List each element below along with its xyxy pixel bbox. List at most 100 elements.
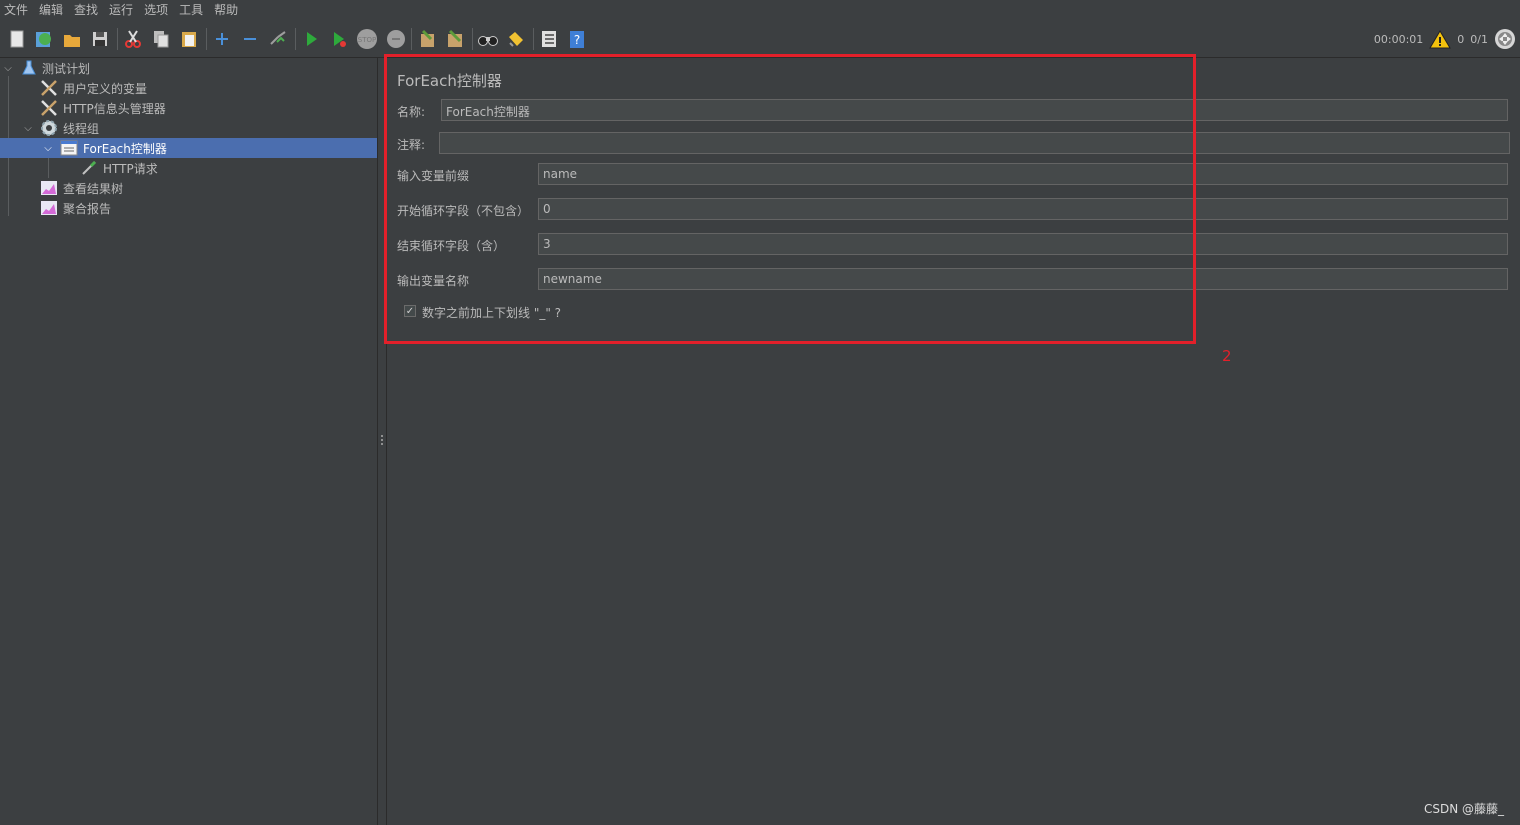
menu-tools[interactable]: 工具 (174, 0, 209, 21)
start-index-field[interactable]: 0 (538, 198, 1508, 220)
templates-button[interactable] (33, 28, 55, 50)
stop-icon: STOP (357, 29, 377, 49)
name-field[interactable]: ForEach控制器 (441, 99, 1508, 121)
start-no-pauses-button[interactable] (328, 28, 350, 50)
clear-icon (421, 29, 434, 47)
underscore-checkbox[interactable]: ✓ (404, 305, 416, 317)
input-prefix-field[interactable]: name (538, 163, 1508, 185)
templates-icon (36, 32, 51, 47)
tree-item-http-header-manager[interactable]: HTTP信息头管理器 (0, 98, 377, 118)
tree-item-label: 测试计划 (42, 61, 91, 76)
grip-dot (381, 435, 383, 437)
toggle-icon (270, 31, 286, 45)
tree-item-label: 聚合报告 (63, 201, 112, 216)
controller-panel: ForEach控制器 名称: ForEach控制器 注释: 输入变量前缀 nam… (387, 58, 1520, 825)
input-prefix-label: 输入变量前缀 (397, 169, 470, 183)
comment-field[interactable] (439, 132, 1510, 154)
menu-run[interactable]: 运行 (104, 0, 139, 21)
new-button[interactable] (6, 28, 28, 50)
chevron-down-icon[interactable]: ⌵ (3, 63, 13, 74)
wrench-icon (40, 79, 58, 97)
clear-button[interactable] (416, 28, 438, 50)
name-label: 名称: (397, 105, 426, 119)
tree-item-label: ForEach控制器 (83, 141, 167, 156)
new-icon (10, 30, 24, 48)
copy-icon (154, 31, 169, 48)
panel-title: ForEach控制器 (397, 72, 502, 90)
menu-file[interactable]: 文件 (0, 0, 34, 21)
controller-icon (60, 139, 78, 157)
save-button[interactable] (89, 28, 111, 50)
chart-icon (40, 179, 58, 197)
output-variable-field[interactable]: newname (538, 268, 1508, 290)
collapse-icon (244, 38, 256, 40)
menu-options[interactable]: 选项 (139, 0, 174, 21)
pipette-icon (80, 159, 98, 177)
grip-dot (381, 443, 383, 445)
function-helper-icon (542, 31, 556, 47)
tree-item-http-request[interactable]: HTTP请求 (0, 158, 377, 178)
toggle-button[interactable] (267, 28, 289, 50)
start-icon (307, 32, 317, 46)
menu-edit[interactable]: 编辑 (34, 0, 69, 21)
search-button[interactable] (477, 28, 499, 50)
tree-item-label: HTTP请求 (103, 161, 158, 176)
gear-icon (40, 119, 58, 137)
save-icon (93, 32, 107, 46)
wrench-icon (40, 99, 58, 117)
chart-icon (40, 199, 58, 217)
test-plan-tree: ⌵ 测试计划 用户定义的变量 HTTP信息头管理器 ⌵ 线程组 ⌵ ForEac… (0, 58, 378, 825)
copy-button[interactable] (150, 28, 172, 50)
tree-item-user-variables[interactable]: 用户定义的变量 (0, 78, 377, 98)
menu-bar: 文件 编辑 查找 运行 选项 工具 帮助 (0, 0, 1520, 21)
help-button[interactable]: ? (566, 28, 588, 50)
paste-button[interactable] (178, 28, 200, 50)
expand-all-button[interactable] (211, 28, 233, 50)
search-icon (478, 36, 498, 46)
cut-icon (125, 30, 141, 48)
tree-item-label: HTTP信息头管理器 (63, 101, 166, 116)
split-pane-divider[interactable] (378, 58, 387, 825)
open-button[interactable] (61, 28, 83, 50)
remote-icon[interactable] (1494, 28, 1516, 50)
tree-item-label: 查看结果树 (63, 181, 124, 196)
tree-item-aggregate-report[interactable]: 聚合报告 (0, 198, 377, 218)
tree-item-label: 用户定义的变量 (63, 81, 148, 96)
paste-icon (182, 32, 196, 47)
tree-item-test-plan[interactable]: ⌵ 测试计划 (0, 58, 377, 78)
cut-button[interactable] (122, 28, 144, 50)
underscore-checkbox-label: 数字之前加上下划线 "_" ? (422, 306, 562, 320)
stop-button[interactable]: STOP (356, 28, 378, 50)
start-no-pauses-icon (334, 32, 346, 47)
tree-item-thread-group[interactable]: ⌵ 线程组 (0, 118, 377, 138)
reset-search-button[interactable] (505, 28, 527, 50)
collapse-all-button[interactable] (239, 28, 261, 50)
comment-label: 注释: (397, 138, 426, 152)
menu-search[interactable]: 查找 (69, 0, 104, 21)
start-button[interactable] (300, 28, 322, 50)
tree-item-label: 线程组 (63, 121, 100, 136)
end-index-field[interactable]: 3 (538, 233, 1508, 255)
open-icon (64, 35, 80, 47)
active-threads: 0/1 (1470, 32, 1488, 46)
expand-icon (216, 33, 228, 45)
warning-icon[interactable] (1429, 29, 1452, 49)
chevron-down-icon[interactable]: ⌵ (23, 123, 33, 134)
chevron-down-icon[interactable]: ⌵ (43, 143, 53, 154)
function-helper-button[interactable] (538, 28, 560, 50)
svg-text:?: ? (574, 33, 580, 47)
clear-all-button[interactable] (444, 28, 466, 50)
tree-item-view-results-tree[interactable]: 查看结果树 (0, 178, 377, 198)
menu-help[interactable]: 帮助 (209, 0, 244, 21)
shutdown-icon (387, 30, 405, 48)
reset-search-icon (509, 32, 523, 47)
clear-all-icon (448, 29, 462, 47)
status-area: 00:00:01 0 0/1 (1374, 21, 1520, 57)
svg-text:STOP: STOP (358, 36, 376, 44)
warning-count: 0 (1457, 32, 1465, 46)
toolbar: STOP ? 00:00:01 0 0/1 (0, 21, 1520, 58)
shutdown-button[interactable] (385, 28, 407, 50)
help-icon: ? (570, 31, 584, 48)
tree-item-foreach-controller[interactable]: ⌵ ForEach控制器 (0, 138, 377, 158)
annotation-number: 2 (1222, 347, 1232, 365)
